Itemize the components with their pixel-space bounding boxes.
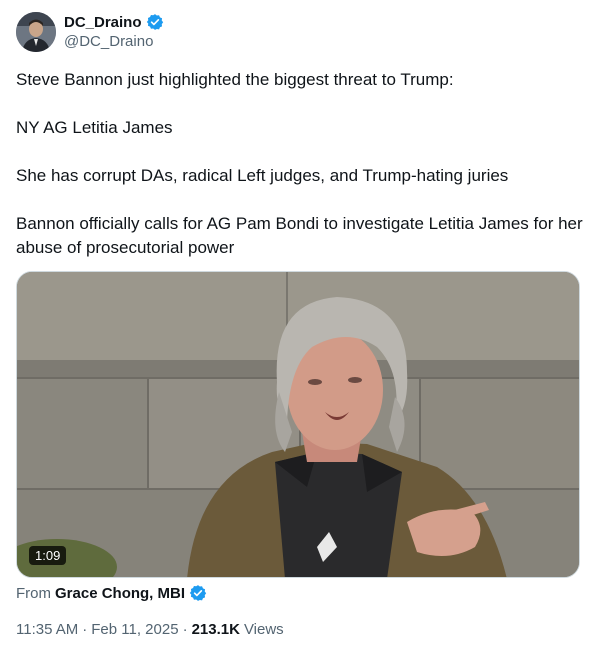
from-label: From: [16, 584, 51, 602]
video-duration-badge: 1:09: [29, 546, 67, 565]
tweet-time[interactable]: 11:35 AM: [16, 621, 78, 638]
tweet-card: DC_Draino @DC_Draino Steve Bannon just h…: [0, 0, 611, 657]
avatar[interactable]: [16, 12, 56, 52]
tweet-paragraph: Bannon officially calls for AG Pam Bondi…: [16, 214, 583, 257]
attribution-source-link[interactable]: Grace Chong, MBI: [55, 585, 185, 602]
tweet-paragraph: She has corrupt DAs, radical Left judges…: [16, 166, 509, 185]
verified-badge-icon: [189, 584, 207, 602]
verified-badge-icon: [146, 13, 164, 31]
author-handle[interactable]: @DC_Draino: [64, 33, 153, 50]
tweet-meta: 11:35 AM · Feb 11, 2025 · 213.1K Views: [16, 621, 284, 638]
tweet-paragraph: Steve Bannon just highlighted the bigges…: [16, 70, 454, 89]
media-attribution: From Grace Chong, MBI: [16, 584, 207, 602]
avatar-image: [16, 12, 56, 52]
video-player[interactable]: 1:09: [16, 271, 580, 578]
tweet-paragraph: NY AG Letitia James: [16, 118, 173, 137]
views-count: 213.1K: [191, 621, 240, 638]
author-name-row[interactable]: DC_Draino: [64, 13, 164, 31]
tweet-date[interactable]: Feb 11, 2025: [91, 621, 178, 638]
author-display-name[interactable]: DC_Draino: [64, 14, 142, 31]
meta-separator: ·: [182, 621, 188, 638]
meta-separator: ·: [82, 621, 88, 638]
views-label: Views: [243, 621, 284, 638]
video-thumbnail: [17, 272, 579, 577]
tweet-text: Steve Bannon just highlighted the bigges…: [16, 68, 591, 260]
